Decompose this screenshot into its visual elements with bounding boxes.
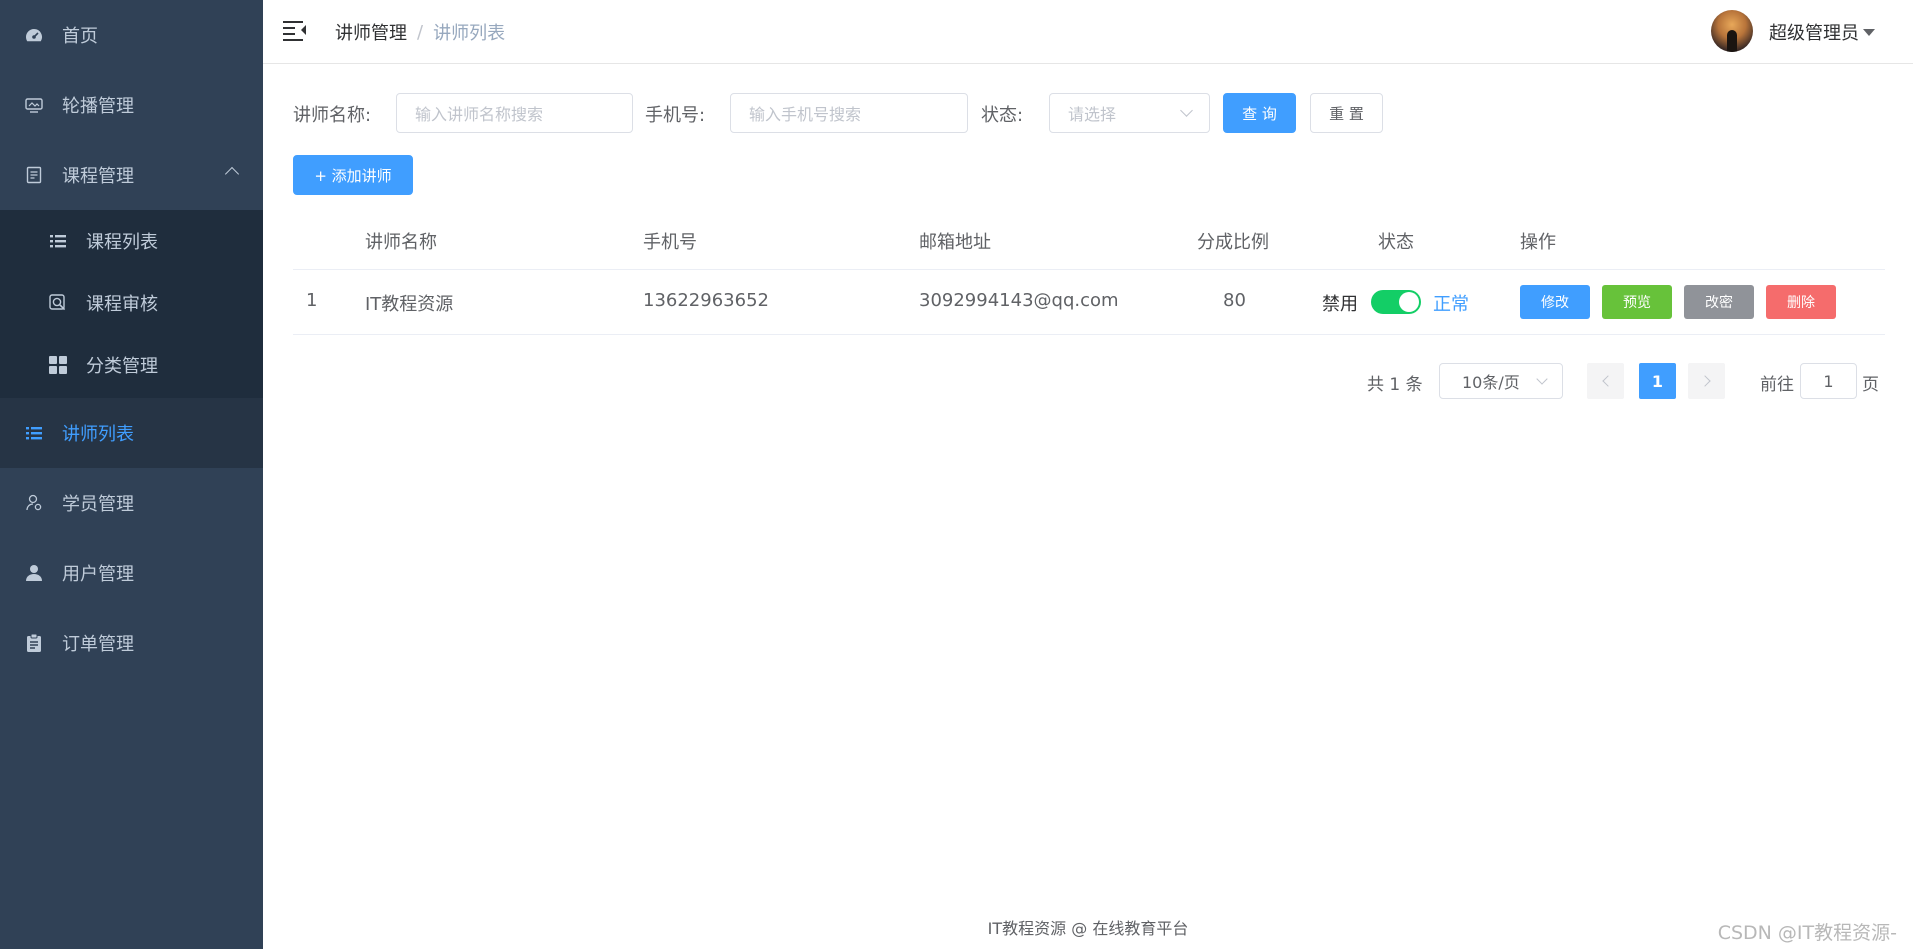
preview-button[interactable]: 预览	[1602, 285, 1672, 319]
goto-label: 前往	[1760, 375, 1794, 395]
teacher-name-cell: IT教程资源	[365, 294, 454, 315]
footer-text: IT教程资源 @ 在线教育平台	[987, 919, 1189, 938]
dashboard-icon	[24, 25, 44, 45]
delete-button[interactable]: 删除	[1766, 285, 1836, 319]
query-button[interactable]: 查 询	[1223, 93, 1296, 133]
teacher-name-input[interactable]: 输入讲师名称搜索	[396, 93, 633, 133]
column-header-status: 状态	[1378, 232, 1414, 253]
column-header-phone: 手机号	[643, 232, 697, 253]
user-icon	[24, 563, 44, 583]
sidebar-item-label: 课程管理	[62, 166, 134, 187]
phone-placeholder: 输入手机号搜索	[749, 105, 862, 124]
sidebar-item-label: 首页	[62, 26, 98, 47]
status-label: 状态:	[981, 105, 1024, 126]
chevron-down-icon	[1180, 104, 1193, 117]
breadcrumb-item-teacher-list: 讲师列表	[433, 23, 506, 44]
goto-suffix: 页	[1862, 375, 1879, 395]
status-select[interactable]: 请选择	[1049, 93, 1210, 133]
add-teacher-button[interactable]: + 添加讲师	[293, 155, 413, 195]
column-header-email: 邮箱地址	[919, 232, 991, 253]
goto-page-input[interactable]: 1	[1800, 363, 1857, 399]
course-submenu: 课程列表 课程审核 分类管理	[0, 210, 263, 398]
sidebar-item-label: 分类管理	[86, 356, 158, 377]
user-name[interactable]: 超级管理员	[1769, 19, 1859, 45]
list-icon	[48, 231, 68, 251]
watermark: CSDN @IT教程资源-	[1717, 922, 1897, 944]
phone-cell: 13622963652	[643, 290, 769, 311]
grid-icon	[48, 355, 68, 375]
sidebar-item-category[interactable]: 分类管理	[0, 334, 263, 396]
chevron-left-icon	[1601, 375, 1614, 387]
audit-icon	[48, 293, 68, 313]
status-on-label: 正常	[1433, 294, 1469, 315]
sidebar: 首页 轮播管理 课程管理 课程列表 课程审核 分类管理 讲师列表 学员管理 用户…	[0, 0, 263, 949]
sidebar-item-label: 学员管理	[62, 494, 134, 515]
column-header-name: 讲师名称	[365, 232, 437, 253]
change-password-button[interactable]: 改密	[1684, 285, 1754, 319]
sidebar-item-course[interactable]: 课程管理	[0, 140, 263, 210]
menu-toggle-icon[interactable]	[283, 20, 306, 41]
breadcrumb: 讲师管理 / 讲师列表	[335, 19, 505, 45]
table-header-divider	[293, 269, 1885, 270]
column-header-actions: 操作	[1520, 232, 1556, 253]
table-row-divider	[293, 334, 1885, 335]
column-header-ratio: 分成比例	[1197, 232, 1269, 253]
email-cell: 3092994143@qq.com	[919, 290, 1119, 311]
edit-button[interactable]: 修改	[1520, 285, 1590, 319]
chevron-down-icon	[1536, 373, 1548, 385]
phone-input[interactable]: 输入手机号搜索	[730, 93, 968, 133]
top-header: 讲师管理 / 讲师列表 超级管理员	[263, 0, 1913, 64]
sidebar-item-home[interactable]: 首页	[0, 0, 263, 70]
sidebar-item-user[interactable]: 用户管理	[0, 538, 263, 608]
page-number-current[interactable]: 1	[1639, 363, 1676, 399]
sidebar-item-label: 课程审核	[86, 294, 158, 315]
course-icon	[24, 165, 44, 185]
prev-page-button[interactable]	[1587, 363, 1624, 399]
breadcrumb-separator: /	[417, 21, 424, 43]
order-icon	[24, 633, 44, 653]
chevron-right-icon	[1698, 375, 1711, 387]
sidebar-item-order[interactable]: 订单管理	[0, 608, 263, 678]
sidebar-item-course-list[interactable]: 课程列表	[0, 210, 263, 272]
sidebar-item-label: 用户管理	[62, 564, 134, 585]
sidebar-item-label: 订单管理	[62, 634, 134, 655]
chevron-up-icon	[224, 166, 240, 182]
sidebar-item-label: 课程列表	[86, 232, 158, 253]
avatar[interactable]	[1711, 10, 1753, 52]
next-page-button[interactable]	[1688, 363, 1725, 399]
sidebar-item-teacher-list[interactable]: 讲师列表	[0, 398, 263, 468]
phone-label: 手机号:	[645, 105, 706, 126]
status-off-label: 禁用	[1322, 294, 1358, 315]
ratio-cell: 80	[1223, 290, 1246, 311]
status-placeholder: 请选择	[1068, 105, 1117, 124]
carousel-icon	[24, 95, 44, 115]
sidebar-item-carousel[interactable]: 轮播管理	[0, 70, 263, 140]
breadcrumb-item-teacher-management[interactable]: 讲师管理	[335, 19, 407, 45]
status-toggle[interactable]	[1371, 290, 1421, 314]
sidebar-item-label: 轮播管理	[62, 96, 134, 117]
row-index: 1	[306, 290, 318, 311]
caret-down-icon[interactable]	[1863, 29, 1875, 36]
sidebar-item-course-audit[interactable]: 课程审核	[0, 272, 263, 334]
reset-button[interactable]: 重 置	[1310, 93, 1383, 133]
sidebar-item-label: 讲师列表	[62, 424, 134, 445]
page-size-value: 10条/页	[1462, 373, 1520, 392]
page-size-select[interactable]: 10条/页	[1439, 363, 1563, 399]
teacher-name-placeholder: 输入讲师名称搜索	[415, 105, 544, 124]
pagination-total: 共 1 条	[1367, 375, 1423, 395]
student-icon	[24, 493, 44, 513]
list-icon	[24, 423, 44, 443]
sidebar-item-student[interactable]: 学员管理	[0, 468, 263, 538]
teacher-name-label: 讲师名称:	[293, 105, 372, 126]
